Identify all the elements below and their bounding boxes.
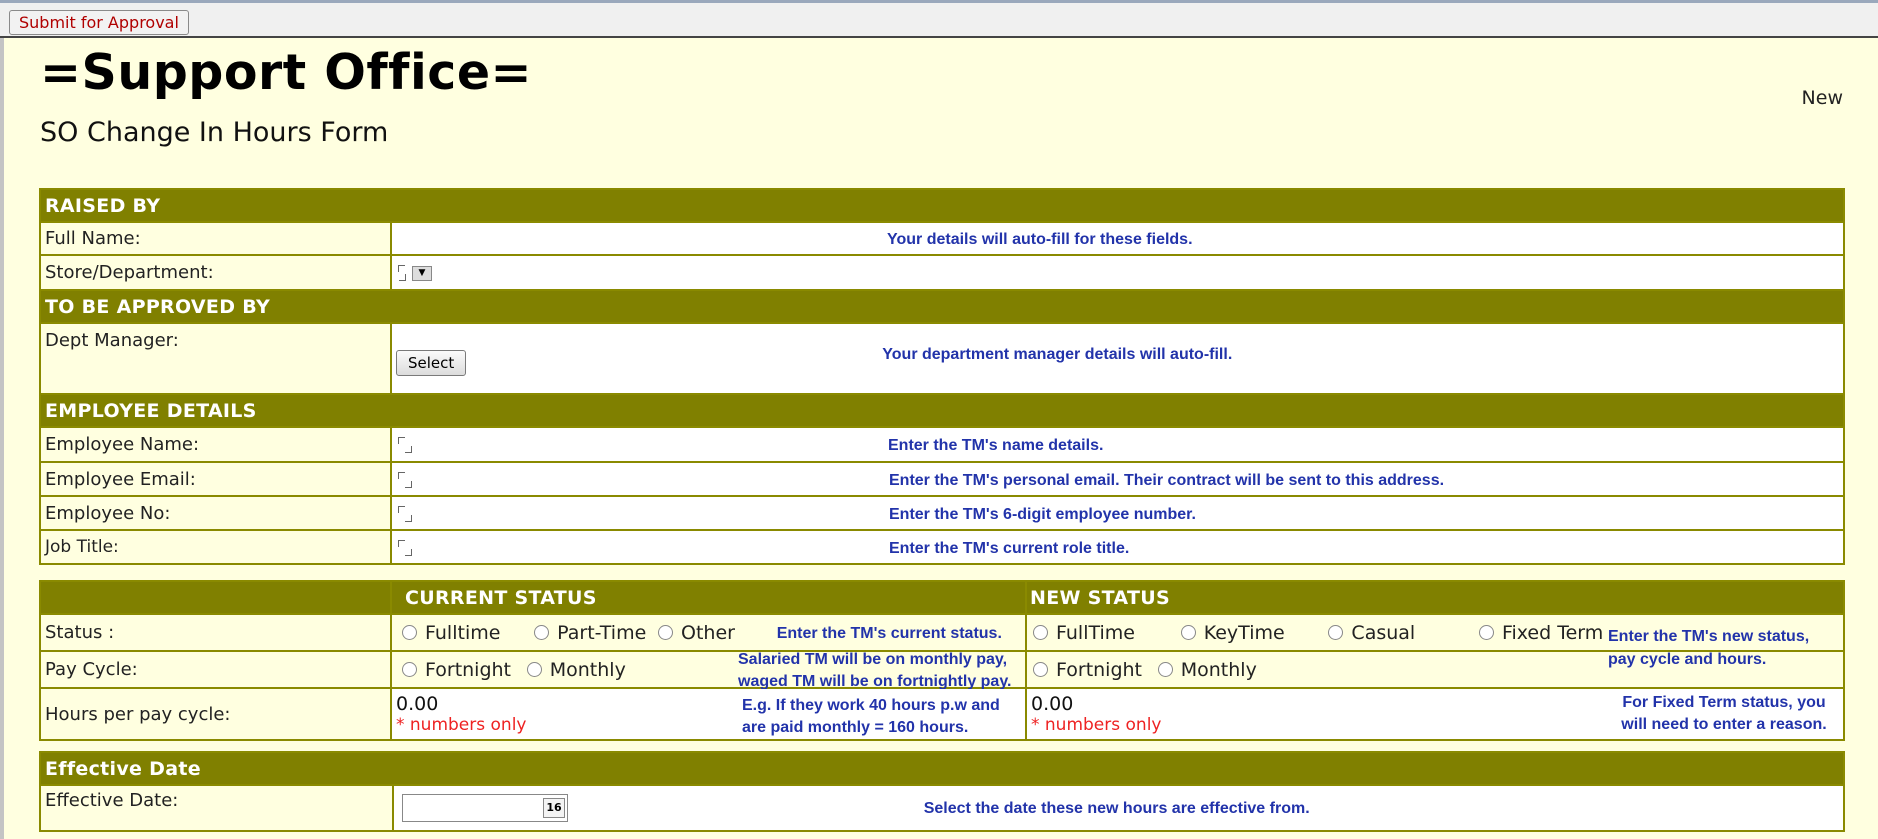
new-fulltime-label: FullTime [1056,621,1135,644]
new-status-hint: Enter the TM's new status, pay cycle and… [1608,628,1810,668]
status-label: Status : [39,613,392,652]
employee-name-input[interactable] [396,436,418,454]
manager-hint: Your department manager details will aut… [882,345,1233,363]
manager-field: Select Your department manager details w… [389,322,1846,395]
radio-new-monthly[interactable] [1157,662,1173,677]
new-hours-value: 0.00 [1031,692,1074,715]
radio-current-monthly[interactable] [526,662,542,677]
current-status-hint: Enter the TM's current status. [776,624,1002,642]
hours-label: Hours per pay cycle: [39,687,392,741]
new-fixedterm-label: Fixed Term [1501,621,1604,644]
section-raised-by-title: RAISED BY [38,188,1846,223]
new-keytime-label: KeyTime [1203,621,1285,644]
new-status-header: NEW STATUS [1025,580,1845,615]
full-name-label: Full Name: [39,221,392,256]
page-title: =Support Office= [40,44,533,101]
effective-date-label: Effective Date: [39,784,394,832]
radio-new-fixedterm[interactable] [1478,625,1494,640]
section-approval-title: TO BE APPROVED BY [38,289,1846,324]
full-name-value: Your details will auto-fill for these fi… [389,221,1846,256]
current-parttime-label: Part-Time [557,621,647,644]
pay-cycle-label: Pay Cycle: [39,650,392,689]
current-status-header: CURRENT STATUS [390,580,1027,615]
section-status: CURRENT STATUS NEW STATUS [39,580,1845,615]
section-employee: EMPLOYEE DETAILS [38,393,1846,428]
effective-date-hint: Select the date these new hours are effe… [923,800,1310,817]
store-input[interactable] [396,264,412,282]
status-table: CURRENT STATUS NEW STATUS Status : Fullt… [39,580,1845,741]
employee-name-field: Enter the TM's name details. [389,426,1846,463]
section-approval: TO BE APPROVED BY [38,289,1846,324]
submit-for-approval-button[interactable]: Submit for Approval [9,10,189,35]
job-title-hint: Enter the TM's current role title. [889,539,1130,557]
current-fortnight-label: Fortnight [425,658,512,681]
autofill-hint: Your details will auto-fill for these fi… [887,231,1193,248]
current-other-label: Other [681,621,735,644]
employee-no-label: Employee No: [39,495,392,531]
new-fortnight-label: Fortnight [1056,658,1143,681]
new-hours-field: 0.00 * numbers only For Fixed Term statu… [1025,687,1845,741]
hours-hint: E.g. If they work 40 hours p.w and are p… [742,697,1000,736]
fixed-term-hint: For Fixed Term status, you will need to … [1621,694,1827,733]
section-employee-title: EMPLOYEE DETAILS [38,393,1846,428]
employee-email-label: Employee Email: [39,461,392,497]
current-hours-field: 0.00 * numbers only E.g. If they work 40… [390,687,1027,741]
employee-no-input[interactable] [396,505,418,523]
employee-email-field: Enter the TM's personal email. Their con… [389,461,1846,497]
calendar-icon[interactable]: 16 [543,798,565,818]
store-field: ▼ [389,254,1846,291]
job-title-input[interactable] [396,539,418,557]
employee-no-hint: Enter the TM's 6-digit employee number. [889,505,1196,523]
radio-new-keytime[interactable] [1180,625,1196,640]
radio-current-fortnight[interactable] [402,662,417,677]
employee-no-field: Enter the TM's 6-digit employee number. [389,495,1846,531]
employee-email-input[interactable] [396,471,418,489]
details-table: RAISED BY Full Name: Your details will a… [38,188,1846,565]
status-header-blank [39,580,392,615]
pay-cycle-hint: Salaried TM will be on monthly pay, wage… [738,651,1012,690]
employee-name-label: Employee Name: [39,426,392,463]
new-monthly-label: Monthly [1180,658,1257,681]
employee-name-hint: Enter the TM's name details. [888,437,1104,454]
radio-current-parttime[interactable] [534,625,550,640]
manager-label: Dept Manager: [39,322,392,395]
section-effective: Effective Date [39,751,1845,786]
effective-date-field: 16 Select the date these new hours are e… [392,784,1845,832]
form-subtitle: SO Change In Hours Form [40,117,389,148]
radio-new-fulltime[interactable] [1033,625,1048,640]
section-raised-by: RAISED BY [38,188,1846,223]
new-casual-label: Casual [1351,621,1416,644]
select-manager-button[interactable]: Select [396,349,467,376]
job-title-field: Enter the TM's current role title. [389,529,1846,565]
effective-date-input[interactable]: 16 [402,794,568,822]
current-monthly-label: Monthly [549,658,626,681]
new-status-field: FullTime KeyTime Casual Fixed Term Enter… [1025,613,1845,668]
job-title-label: Job Title: [39,529,392,565]
current-hours-value: 0.00 [396,692,439,715]
effective-table: Effective Date Effective Date: 16 Select… [39,751,1845,832]
current-pay-field: Fortnight Monthly Salaried TM will be on… [390,650,1027,690]
section-effective-title: Effective Date [39,751,1845,786]
current-status-field: Fulltime Part-Time Other Enter the TM's … [390,613,1027,652]
radio-new-casual[interactable] [1328,625,1344,640]
frame-border [0,38,4,839]
employee-email-hint: Enter the TM's personal email. Their con… [889,471,1445,489]
form-status: New [1801,87,1843,109]
store-label: Store/Department: [39,254,392,291]
toolbar: Submit for Approval [0,0,1878,38]
chevron-down-icon[interactable]: ▼ [412,265,432,281]
radio-current-other[interactable] [658,625,674,640]
radio-new-fortnight[interactable] [1033,662,1048,677]
radio-current-fulltime[interactable] [402,625,417,640]
current-fulltime-label: Fulltime [425,621,501,644]
